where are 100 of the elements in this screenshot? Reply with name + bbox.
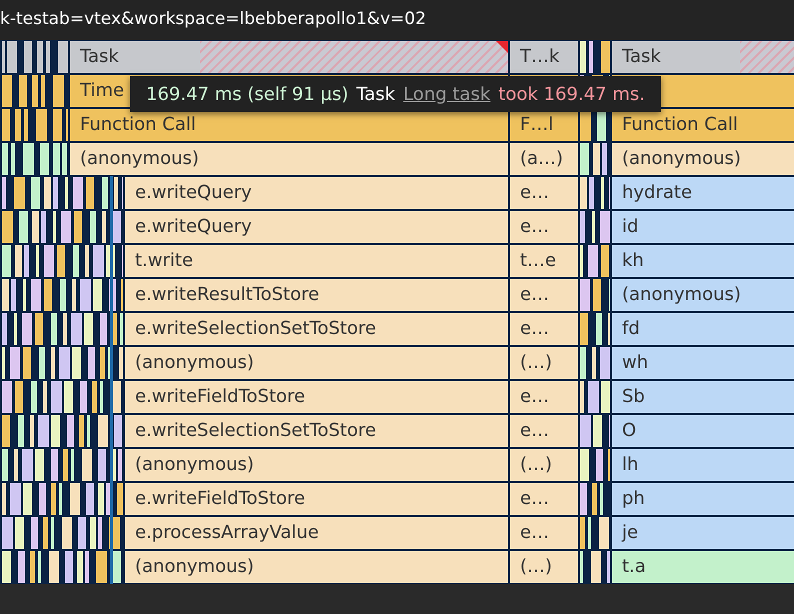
flame-bar[interactable]: e.processArrayValue	[125, 517, 508, 549]
flame-bar[interactable]: T…k	[510, 41, 578, 73]
function-name: e.writeFieldToStore	[134, 388, 306, 406]
flame-bar[interactable]: e.writeQuery	[125, 211, 508, 243]
function-name: e…	[519, 184, 550, 202]
flame-bar[interactable]: je	[612, 517, 794, 549]
function-name: (anonymous)	[134, 354, 254, 372]
flame-slivers-drawing	[578, 313, 612, 345]
function-name: fd	[621, 320, 640, 338]
function-name: T…k	[519, 48, 560, 66]
flame-bar[interactable]: e.writeQuery	[125, 177, 508, 209]
flame-slivers-drawing	[578, 551, 612, 583]
function-name: e…	[519, 524, 550, 542]
flame-bar[interactable]: (anonymous)	[612, 143, 794, 175]
function-name: kh	[621, 252, 644, 270]
flame-slivers-drawing	[578, 415, 612, 447]
function-name: (anonymous)	[134, 558, 254, 576]
flame-slivers-drawing	[578, 347, 612, 379]
flame-bar[interactable]: Function Call	[612, 109, 794, 141]
flame-bar[interactable]: Sb	[612, 381, 794, 413]
function-name: e.writeResultToStore	[134, 286, 320, 304]
function-name: e…	[519, 218, 550, 236]
flame-slivers-drawing	[578, 211, 612, 243]
flame-bar[interactable]: ph	[612, 483, 794, 515]
flame-bar[interactable]: e.writeFieldToStore	[125, 381, 508, 413]
flame-bar[interactable]: Function Call	[70, 109, 508, 141]
flame-slivers-drawing	[578, 279, 612, 311]
flame-bar[interactable]: O	[612, 415, 794, 447]
flame-bar[interactable]: kh	[612, 245, 794, 277]
warning-text: took 169.47 ms.	[498, 82, 645, 106]
url-text: k-testab=vtex&workspace=lbebberapollo1&v=02	[0, 8, 426, 32]
function-name: Sb	[621, 388, 645, 406]
flame-bar[interactable]: t.a	[612, 551, 794, 583]
function-name: t…e	[519, 252, 556, 270]
duration-text: 169.47 ms (self 91 μs)	[146, 82, 348, 106]
flame-slivers-drawing	[578, 517, 612, 549]
function-name: Task	[79, 48, 119, 66]
function-name: e.writeSelectionSetToStore	[134, 422, 376, 440]
function-name: e…	[519, 286, 550, 304]
flame-bar[interactable]: Task	[612, 41, 794, 73]
function-name: Function Call	[79, 116, 196, 134]
function-name: e.writeFieldToStore	[134, 490, 306, 508]
flame-bar[interactable]: e…	[510, 177, 578, 209]
flame-bar[interactable]: t.write	[125, 245, 508, 277]
function-name: Function Call	[621, 116, 738, 134]
flame-bar[interactable]: (…)	[510, 551, 578, 583]
flame-bar[interactable]: e.writeSelectionSetToStore	[125, 313, 508, 345]
flame-bar[interactable]: (…)	[510, 347, 578, 379]
function-name: e.writeQuery	[134, 184, 252, 202]
flame-bar[interactable]: (a…)	[510, 143, 578, 175]
flame-bar[interactable]: (anonymous)	[125, 449, 508, 481]
function-name: F…l	[519, 116, 554, 134]
function-name: e.writeQuery	[134, 218, 252, 236]
flame-bar[interactable]: e.writeFieldToStore	[125, 483, 508, 515]
function-name: t.write	[134, 252, 194, 270]
flame-bar[interactable]: (anonymous)	[70, 143, 508, 175]
flame-bar[interactable]: e…	[510, 381, 578, 413]
flame-bar[interactable]: lh	[612, 449, 794, 481]
flame-bar[interactable]: F…l	[510, 109, 578, 141]
function-name: O	[621, 422, 636, 440]
flame-slivers-drawing	[578, 41, 612, 73]
flame-bar[interactable]: (anonymous)	[612, 279, 794, 311]
flame-slivers-drawing	[578, 381, 612, 413]
flame-bar[interactable]: (…)	[510, 449, 578, 481]
long-task-link[interactable]: Long task	[403, 80, 490, 108]
flame-bar[interactable]: (anonymous)	[125, 347, 508, 379]
function-name: ph	[621, 490, 645, 508]
flame-bar[interactable]: wh	[612, 347, 794, 379]
function-name: (anonymous)	[79, 150, 199, 168]
flame-bar[interactable]: e…	[510, 483, 578, 515]
flame-bar[interactable]: e…	[510, 313, 578, 345]
flame-bar[interactable]: id	[612, 211, 794, 243]
flame-bar[interactable]: fd	[612, 313, 794, 345]
flame-bar[interactable]: e…	[510, 517, 578, 549]
long-task-hatch	[740, 41, 794, 73]
function-name: (…)	[519, 456, 552, 474]
function-name: e…	[519, 320, 550, 338]
flame-bar[interactable]: e.writeResultToStore	[125, 279, 508, 311]
function-name: id	[621, 218, 638, 236]
flame-bar[interactable]: hydrate	[612, 177, 794, 209]
function-name: e.writeSelectionSetToStore	[134, 320, 376, 338]
function-name: lh	[621, 456, 638, 474]
flame-slivers-drawing	[578, 177, 612, 209]
flame-slivers-drawing	[578, 245, 612, 277]
flame-bar[interactable]: t…e	[510, 245, 578, 277]
function-name: t.a	[621, 558, 646, 576]
function-name: (anonymous)	[621, 150, 741, 168]
function-name: Task	[621, 48, 661, 66]
function-name: (…)	[519, 354, 552, 372]
flame-bar[interactable]: e.writeSelectionSetToStore	[125, 415, 508, 447]
function-name: (anonymous)	[134, 456, 254, 474]
flame-bar[interactable]: e…	[510, 279, 578, 311]
function-name: (a…)	[519, 150, 564, 168]
flame-bar[interactable]: Task	[70, 41, 508, 73]
flame-bar[interactable]: (anonymous)	[125, 551, 508, 583]
function-name: (anonymous)	[621, 286, 741, 304]
function-name: e…	[519, 422, 550, 440]
flame-bar[interactable]: e…	[510, 211, 578, 243]
flame-bar[interactable]: e…	[510, 415, 578, 447]
flame-slivers-drawing	[578, 449, 612, 481]
